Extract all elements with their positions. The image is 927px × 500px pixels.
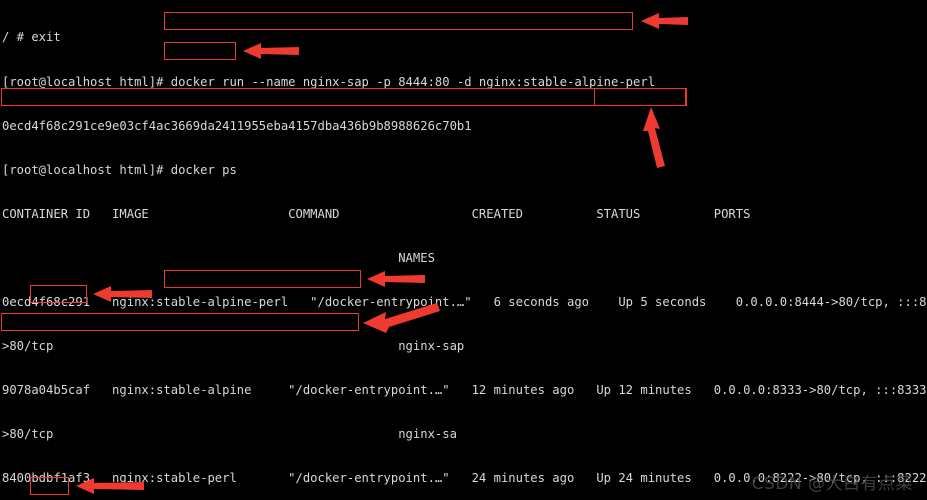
terminal-line: >80/tcp nginx-sa [2, 427, 457, 442]
terminal-line: CONTAINER ID IMAGE COMMAND CREATED STATU… [2, 206, 751, 221]
terminal-line: 0ecd4f68c291ce9e03cf4ac3669da2411955eba4… [2, 118, 472, 133]
terminal-line: NAMES [2, 250, 435, 265]
terminal-line: [root@localhost html]# docker run --name… [2, 74, 656, 89]
terminal-line: / # exit [2, 30, 61, 45]
terminal-line: >80/tcp nginx-sap [2, 339, 465, 354]
terminal-line: 0ecd4f68c291 nginx:stable-alpine-perl "/… [2, 294, 927, 309]
terminal-line: 9078a04b5caf nginx:stable-alpine "/docke… [2, 383, 927, 398]
terminal-window[interactable]: / # exit [root@localhost html]# docker r… [0, 0, 927, 500]
watermark: CSDN @大白有点菜 [751, 474, 913, 495]
terminal-line: [root@localhost html]# docker ps [2, 162, 237, 177]
terminal-output[interactable]: / # exit [root@localhost html]# docker r… [2, 1, 927, 500]
